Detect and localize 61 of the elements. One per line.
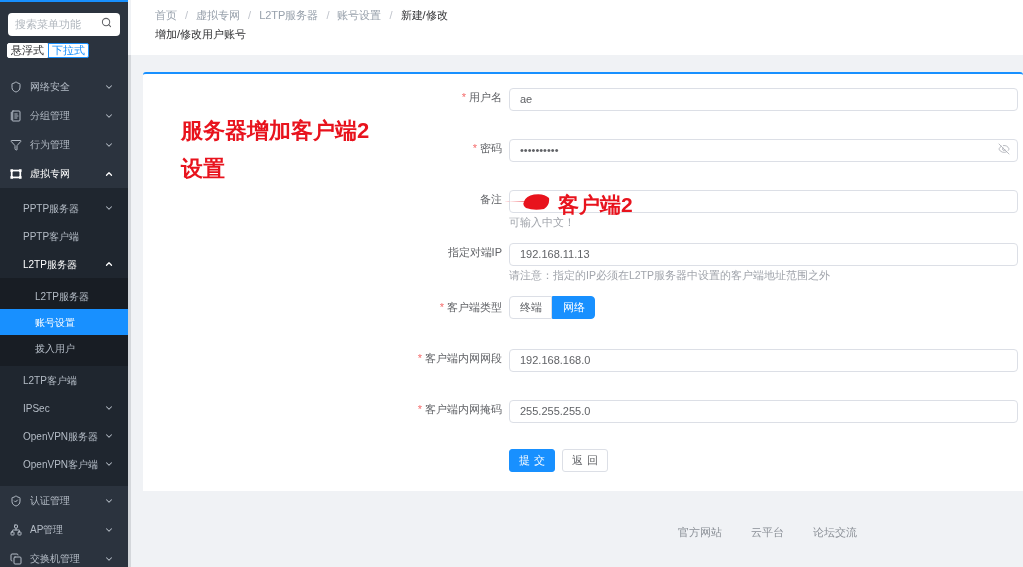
text-field[interactable]: ae <box>509 87 1018 111</box>
menu-item[interactable]: 认证管理 <box>0 486 128 515</box>
chevron-down-icon <box>104 403 114 413</box>
text-field[interactable]: 192.168.168.0 <box>509 348 1018 372</box>
breadcrumb-separator: / <box>326 9 330 22</box>
breadcrumb-separator: / <box>389 9 393 22</box>
mode-tab[interactable]: 悬浮式 <box>7 43 48 58</box>
breadcrumb-separator: / <box>248 9 252 22</box>
menu-item[interactable]: L2TP服务器 <box>0 283 128 309</box>
required-mark: * <box>461 91 466 104</box>
menu-item[interactable]: IPSec <box>0 394 128 422</box>
field-label: 客户端内网掩码 <box>425 403 502 416</box>
required-mark: * <box>417 403 422 416</box>
menu-item[interactable]: L2TP服务器 <box>0 250 128 278</box>
text-field[interactable]: 192.168.11.13 <box>509 242 1018 266</box>
breadcrumb-separator: / <box>185 9 189 22</box>
field-label: 指定对端IP <box>447 246 502 259</box>
menu-item[interactable]: PPTP客户端 <box>0 222 128 250</box>
shield-icon <box>10 80 22 93</box>
required-mark: * <box>472 142 477 155</box>
radio-button[interactable]: 终端 <box>509 296 552 319</box>
search-icon <box>101 17 112 28</box>
menu-item[interactable]: OpenVPN服务器 <box>0 422 128 450</box>
password-field[interactable]: •••••••••• <box>509 138 1018 162</box>
funnel-icon <box>10 138 22 151</box>
field-label: 用户名 <box>469 91 502 104</box>
field-label: 密码 <box>480 142 502 155</box>
shield-check-icon <box>10 494 22 507</box>
chevron-down-icon <box>104 459 114 469</box>
chevron-down-icon <box>104 203 114 213</box>
field-label: 客户端内网网段 <box>425 352 502 365</box>
annotation-text: 客户端2 <box>558 192 633 217</box>
menu-item[interactable]: 网络安全 <box>0 72 128 101</box>
field-label: 备注 <box>480 193 502 206</box>
back-button[interactable]: 返 回 <box>562 449 608 472</box>
chevron-up-icon <box>104 259 114 269</box>
field-hint: 请注意：指定的IP必须在L2TP服务器中设置的客户端地址范围之外 <box>509 268 832 283</box>
menu-item[interactable]: L2TP客户端 <box>0 366 128 394</box>
required-mark: * <box>439 301 444 314</box>
menu-item[interactable]: PPTP服务器 <box>0 194 128 222</box>
notebook-icon <box>10 109 22 122</box>
text-field[interactable] <box>509 189 1018 213</box>
menu-item[interactable]: 交换机管理 <box>0 544 128 567</box>
menu-item[interactable]: AP管理 <box>0 515 128 544</box>
menu-item[interactable]: 行为管理 <box>0 130 128 159</box>
search-field[interactable]: 搜索菜单功能 <box>8 12 120 36</box>
chevron-down-icon <box>104 431 114 441</box>
annotation-note: 服务器增加客户端2设置 <box>181 117 371 183</box>
menu-item[interactable]: 拨入用户 <box>0 335 128 361</box>
menu-item[interactable]: 分组管理 <box>0 101 128 130</box>
menu-item[interactable]: OpenVPN客户端 <box>0 450 128 478</box>
field-label: 客户端类型 <box>447 301 502 314</box>
frame-icon <box>10 167 22 180</box>
stacked-squares-icon <box>10 552 22 565</box>
menu-item[interactable]: 虚拟专网 <box>0 159 128 188</box>
sitemap-icon <box>10 523 22 536</box>
field-hint: 可输入中文！ <box>509 215 576 230</box>
page-title: 增加/修改用户账号 <box>155 28 248 41</box>
text-field[interactable]: 255.255.255.0 <box>509 399 1018 423</box>
required-mark: * <box>417 352 422 365</box>
breadcrumb-link[interactable]: 新建/修改 <box>400 9 448 22</box>
